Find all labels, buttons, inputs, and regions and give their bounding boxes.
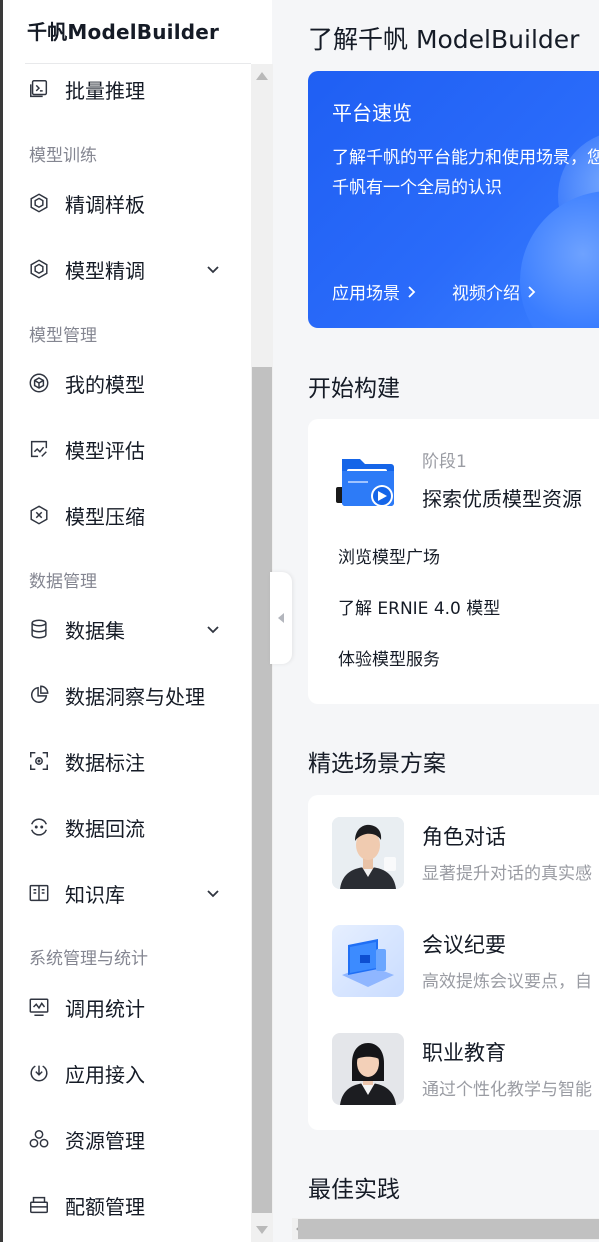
page-title: 了解千帆 ModelBuilder (308, 25, 580, 54)
chevron-down-icon[interactable] (205, 261, 221, 277)
horizontal-scroll-thumb[interactable] (298, 1219, 599, 1239)
nav-group-model-management: 模型管理 (29, 326, 97, 346)
sidebar-item-label: 我的模型 (65, 372, 145, 397)
sidebar-item-data-annotation[interactable]: 数据标注 (3, 734, 251, 788)
meeting-minutes-thumbnail (332, 925, 404, 997)
sidebar-collapse-button[interactable] (270, 572, 292, 664)
sidebar-item-label: 配额管理 (65, 1194, 145, 1219)
sidebar: 千帆ModelBuilder 批量推理 模型训练 精调样板 模型精调 模型管理 … (0, 0, 273, 1242)
sidebar-item-model-eval[interactable]: 模型评估 (3, 422, 251, 476)
scene-title: 角色对话 (422, 825, 506, 849)
chevron-right-icon (408, 285, 416, 298)
sidebar-item-label: 数据标注 (65, 750, 145, 775)
scroll-down-arrow-icon[interactable] (256, 1226, 268, 1234)
sidebar-item-data-reflow[interactable]: 数据回流 (3, 800, 251, 854)
sidebar-item-label: 模型精调 (65, 258, 145, 283)
scene-description: 显著提升对话的真实感 (422, 864, 592, 884)
sidebar-item-data-insight[interactable]: 数据洞察与处理 (3, 668, 251, 722)
model-finetune-icon (27, 257, 51, 281)
start-building-card: 阶段1 探索优质模型资源 浏览模型广场 了解 ERNIE 4.0 模型 体验模型… (308, 419, 599, 704)
stage-label: 阶段1 (422, 452, 467, 472)
main-content: 了解千帆 ModelBuilder 平台速览 了解千帆的平台能力和使用场景，您对… (292, 0, 599, 1242)
scene-description: 高效提炼会议要点，自 (422, 972, 592, 992)
chevron-left-icon (278, 613, 284, 623)
batch-inference-icon (27, 77, 51, 101)
chevron-down-icon[interactable] (205, 885, 221, 901)
quota-icon (27, 1193, 51, 1217)
sidebar-item-batch-inference[interactable]: 批量推理 (3, 64, 251, 116)
app-scenarios-link[interactable]: 应用场景 (332, 279, 418, 304)
browse-model-square-link[interactable]: 浏览模型广场 (338, 543, 440, 568)
data-reflow-icon (27, 815, 51, 839)
sidebar-item-finetune-template[interactable]: 精调样板 (3, 176, 251, 230)
sidebar-item-label: 知识库 (65, 882, 125, 907)
sidebar-item-label: 数据集 (65, 618, 125, 643)
stage-title: 探索优质模型资源 (422, 487, 582, 511)
sidebar-item-label: 数据洞察与处理 (65, 684, 205, 709)
sidebar-item-label: 模型评估 (65, 438, 145, 463)
sidebar-item-label: 数据回流 (65, 816, 145, 841)
start-building-title: 开始构建 (308, 376, 400, 402)
sidebar-item-knowledge-base[interactable]: 知识库 (3, 866, 251, 920)
finetune-template-icon (27, 191, 51, 215)
data-insight-icon (27, 683, 51, 707)
folder-icon (336, 453, 398, 509)
sidebar-item-label: 应用接入 (65, 1062, 145, 1087)
nav-group-system: 系统管理与统计 (29, 949, 148, 969)
sidebar-item-model-compress[interactable]: 模型压缩 (3, 488, 251, 542)
sidebar-item-label: 批量推理 (65, 78, 145, 103)
sidebar-item-dataset[interactable]: 数据集 (3, 602, 251, 656)
app-root: 千帆ModelBuilder 批量推理 模型训练 精调样板 模型精调 模型管理 … (0, 0, 599, 1242)
nav-group-model-training: 模型训练 (29, 146, 97, 166)
sidebar-item-call-stats[interactable]: 调用统计 (3, 980, 251, 1034)
scene-meeting-minutes[interactable]: 会议纪要 高效提炼会议要点，自 (332, 925, 599, 999)
brand-logo-text[interactable]: 千帆ModelBuilder (27, 16, 219, 45)
banner-decoration (520, 191, 599, 328)
sidebar-scroll-thumb[interactable] (252, 367, 272, 1213)
sidebar-item-quota[interactable]: 配额管理 (3, 1178, 251, 1232)
sidebar-item-label: 调用统计 (65, 996, 145, 1021)
knowledge-base-icon (27, 881, 51, 905)
try-model-service-link[interactable]: 体验模型服务 (338, 645, 440, 670)
scene-title: 会议纪要 (422, 933, 506, 957)
resource-icon (27, 1127, 51, 1151)
model-compress-icon (27, 503, 51, 527)
horizontal-scrollbar[interactable] (292, 1218, 599, 1240)
scene-description: 通过个性化教学与智能 (422, 1080, 592, 1100)
video-intro-link[interactable]: 视频介绍 (452, 279, 538, 304)
scene-title: 职业教育 (422, 1041, 506, 1065)
learn-ernie-link[interactable]: 了解 ERNIE 4.0 模型 (338, 594, 500, 619)
sidebar-item-label: 模型压缩 (65, 504, 145, 529)
featured-scenarios-card: 角色对话 显著提升对话的真实感 会议纪要 高效提炼会议要点，自 职业教育 通过个… (308, 795, 599, 1130)
banner-description: 了解千帆的平台能力和使用场景，您对千帆有一个全局的认识 (332, 148, 599, 198)
banner-title: 平台速览 (332, 101, 412, 125)
best-practice-title: 最佳实践 (308, 1177, 400, 1203)
featured-scenarios-title: 精选场景方案 (308, 751, 446, 777)
platform-overview-banner: 平台速览 了解千帆的平台能力和使用场景，您对千帆有一个全局的认识 应用场景 视频… (308, 71, 599, 328)
link-label: 视频介绍 (452, 284, 520, 304)
dataset-icon (27, 617, 51, 641)
scroll-up-arrow-icon[interactable] (256, 72, 268, 80)
link-label: 应用场景 (332, 284, 400, 304)
sidebar-item-app-access[interactable]: 应用接入 (3, 1046, 251, 1100)
call-stats-icon (27, 995, 51, 1019)
scene-role-dialogue[interactable]: 角色对话 显著提升对话的真实感 (332, 817, 599, 891)
chevron-down-icon[interactable] (205, 621, 221, 637)
sidebar-item-label: 精调样板 (65, 192, 145, 217)
nav-group-data-management: 数据管理 (29, 572, 97, 592)
data-annotation-icon (27, 749, 51, 773)
my-model-icon (27, 371, 51, 395)
sidebar-item-label: 资源管理 (65, 1128, 145, 1153)
app-access-icon (27, 1061, 51, 1085)
scene-vocational-education[interactable]: 职业教育 通过个性化教学与智能 (332, 1033, 599, 1107)
sidebar-nav: 批量推理 模型训练 精调样板 模型精调 模型管理 我的模型 模型评估 模型压缩 … (3, 64, 251, 1242)
role-dialogue-thumbnail (332, 817, 404, 889)
sidebar-item-resource[interactable]: 资源管理 (3, 1112, 251, 1166)
chevron-right-icon (528, 285, 536, 298)
vocational-education-thumbnail (332, 1033, 404, 1105)
sidebar-item-model-finetune[interactable]: 模型精调 (3, 242, 251, 296)
model-eval-icon (27, 437, 51, 461)
sidebar-item-my-model[interactable]: 我的模型 (3, 356, 251, 410)
